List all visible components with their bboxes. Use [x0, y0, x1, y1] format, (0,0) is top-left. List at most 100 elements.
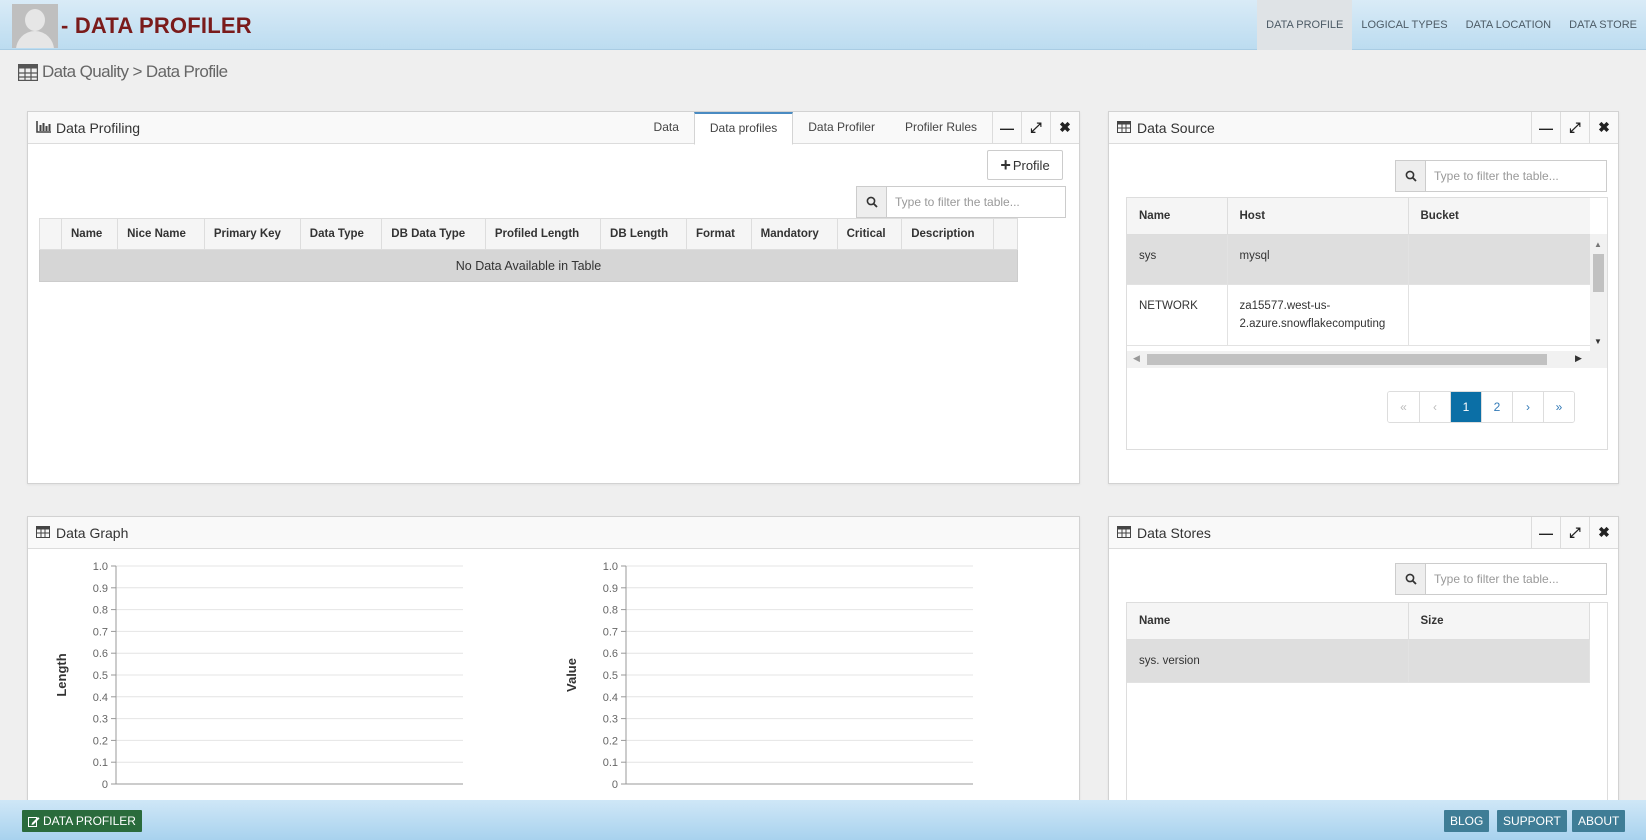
- y-tick-label: 0.3: [603, 714, 618, 726]
- close-icon[interactable]: ✖: [1050, 112, 1079, 143]
- col-profiled-length[interactable]: Profiled Length: [484, 218, 602, 250]
- table-row[interactable]: sys. version: [1127, 639, 1590, 683]
- breadcrumb-text: Data Quality > Data Profile: [42, 62, 228, 81]
- panel-tools: — ⤢ ✖: [992, 112, 1079, 143]
- app-title: - DATA PROFILER: [61, 13, 252, 38]
- expand-icon[interactable]: ⤢: [1560, 112, 1589, 143]
- profiles-filter: [856, 186, 1066, 218]
- panel-header: Data Profiling Data Data profiles Data P…: [28, 112, 1079, 145]
- col-db-length[interactable]: DB Length: [600, 218, 687, 250]
- col-name[interactable]: Name: [1127, 603, 1409, 640]
- support-button[interactable]: SUPPORT: [1497, 810, 1567, 832]
- horizontal-scrollbar[interactable]: ◀ ▶: [1127, 351, 1607, 368]
- y-tick-label: 0.4: [93, 692, 108, 704]
- y-tick-label: 0.5: [93, 670, 108, 682]
- data-source-table-container: Name Host Bucket sys mysql NETWORK za155…: [1126, 197, 1608, 450]
- col-format[interactable]: Format: [685, 218, 752, 250]
- cell-name: NETWORK: [1127, 284, 1228, 346]
- col-description[interactable]: Description: [901, 218, 994, 250]
- cell-name: sys: [1127, 234, 1228, 285]
- profiles-table: Name Nice Name Primary Key Data Type DB …: [39, 218, 1018, 282]
- value-chart: 0 0.1 0.2 0.3 0.4 0.5 0.6 0.7 0.8 0.9 1.0 Value: [564, 561, 973, 791]
- search-icon: [857, 187, 887, 217]
- y-tick-label: 0: [612, 779, 618, 791]
- col-name[interactable]: Name: [1127, 198, 1228, 235]
- tab-data[interactable]: Data: [639, 112, 694, 144]
- nav-data-profile[interactable]: DATA PROFILE: [1257, 0, 1353, 50]
- select-column-header[interactable]: [39, 218, 62, 250]
- y-tick-label: 0.9: [603, 583, 618, 595]
- expand-icon[interactable]: ⤢: [1560, 517, 1589, 548]
- first-page-button[interactable]: «: [1388, 392, 1419, 422]
- data-stores-filter-input[interactable]: [1426, 564, 1606, 594]
- y-tick-label: 0.2: [603, 735, 618, 747]
- panel-title: Data Source: [1137, 120, 1215, 136]
- col-name[interactable]: Name: [60, 218, 119, 250]
- table-row[interactable]: sys mysql: [1127, 234, 1590, 285]
- breadcrumb: Data Quality > Data Profile: [18, 62, 228, 82]
- extra-column-header: [993, 218, 1018, 250]
- table-row[interactable]: NETWORK za15577.west-us-2.azure.snowflak…: [1127, 284, 1590, 346]
- tab-data-profiler[interactable]: Data Profiler: [793, 112, 890, 144]
- col-data-type[interactable]: Data Type: [299, 218, 383, 250]
- col-db-data-type[interactable]: DB Data Type: [381, 218, 486, 250]
- cell-size: [1408, 639, 1590, 683]
- minimize-icon[interactable]: —: [1531, 112, 1560, 143]
- footer-data-profiler-button[interactable]: DATA PROFILER: [22, 810, 142, 832]
- panel-header: Data Source — ⤢ ✖: [1109, 112, 1618, 144]
- nav-logical-types[interactable]: LOGICAL TYPES: [1352, 0, 1456, 50]
- col-critical[interactable]: Critical: [836, 218, 903, 250]
- top-bar: - DATA PROFILER DATA PROFILE LOGICAL TYP…: [0, 0, 1646, 50]
- y-tick-label: 0.8: [93, 605, 108, 617]
- blog-button[interactable]: BLOG: [1444, 810, 1490, 832]
- y-tick-label: 0.4: [603, 692, 618, 704]
- data-stores-panel: Data Stores — ⤢ ✖ Name Size sys. version: [1108, 516, 1619, 806]
- next-page-button[interactable]: ›: [1512, 392, 1543, 422]
- top-nav: DATA PROFILE LOGICAL TYPES DATA LOCATION…: [1257, 0, 1646, 50]
- col-mandatory[interactable]: Mandatory: [750, 218, 838, 250]
- expand-icon[interactable]: ⤢: [1021, 112, 1050, 143]
- y-tick-label: 1.0: [603, 561, 618, 573]
- close-icon[interactable]: ✖: [1589, 112, 1618, 143]
- close-icon[interactable]: ✖: [1589, 517, 1618, 548]
- tab-profiler-rules[interactable]: Profiler Rules: [890, 112, 992, 144]
- bar-chart-icon: [36, 121, 51, 133]
- col-size[interactable]: Size: [1408, 603, 1590, 640]
- data-graph-panel: Data Graph 0 0.1 0.2 0.3 0.4 0.5 0.6 0.7 0.8 0.9 1…: [27, 516, 1080, 806]
- panel-tools: — ⤢ ✖: [1531, 517, 1618, 548]
- cell-host: mysql: [1227, 234, 1409, 285]
- page-1-button[interactable]: 1: [1450, 392, 1481, 422]
- pagination: « ‹ 1 2 › »: [1387, 391, 1575, 423]
- y-tick-label: 0.9: [93, 583, 108, 595]
- nav-data-store[interactable]: DATA STORE: [1560, 0, 1646, 50]
- panel-header: Data Stores — ⤢ ✖: [1109, 517, 1618, 549]
- y-tick-label: 0.1: [603, 757, 618, 769]
- last-page-button[interactable]: »: [1543, 392, 1574, 422]
- panel-title: Data Stores: [1137, 525, 1211, 541]
- profiles-filter-input[interactable]: [887, 187, 1065, 217]
- vertical-scrollbar[interactable]: ▲ ▼: [1590, 234, 1607, 351]
- table-icon: [18, 63, 38, 81]
- nav-data-location[interactable]: DATA LOCATION: [1457, 0, 1561, 50]
- panel-title: Data Graph: [56, 525, 129, 541]
- minimize-icon[interactable]: —: [1531, 517, 1560, 548]
- col-primary-key[interactable]: Primary Key: [203, 218, 301, 250]
- user-avatar[interactable]: [12, 4, 58, 48]
- table-icon: [1117, 526, 1131, 538]
- minimize-icon[interactable]: —: [992, 112, 1021, 143]
- footer-bar: DATA PROFILER BLOG SUPPORT ABOUT: [0, 800, 1646, 840]
- col-host[interactable]: Host: [1227, 198, 1409, 235]
- profiling-tabs: Data Data profiles Data Profiler Profile…: [639, 112, 992, 145]
- data-source-filter-input[interactable]: [1426, 161, 1606, 191]
- about-button[interactable]: ABOUT: [1572, 810, 1626, 832]
- y-tick-label: 1.0: [93, 561, 108, 573]
- panel-title: Data Profiling: [56, 120, 141, 136]
- add-profile-button[interactable]: + Profile: [987, 150, 1063, 180]
- tab-data-profiles[interactable]: Data profiles: [693, 112, 794, 145]
- page-2-button[interactable]: 2: [1481, 392, 1512, 422]
- panel-tools: — ⤢ ✖: [1531, 112, 1618, 143]
- col-bucket[interactable]: Bucket: [1408, 198, 1590, 235]
- prev-page-button[interactable]: ‹: [1419, 392, 1450, 422]
- col-nice-name[interactable]: Nice Name: [117, 218, 205, 250]
- y-tick-label: 0.6: [93, 648, 108, 660]
